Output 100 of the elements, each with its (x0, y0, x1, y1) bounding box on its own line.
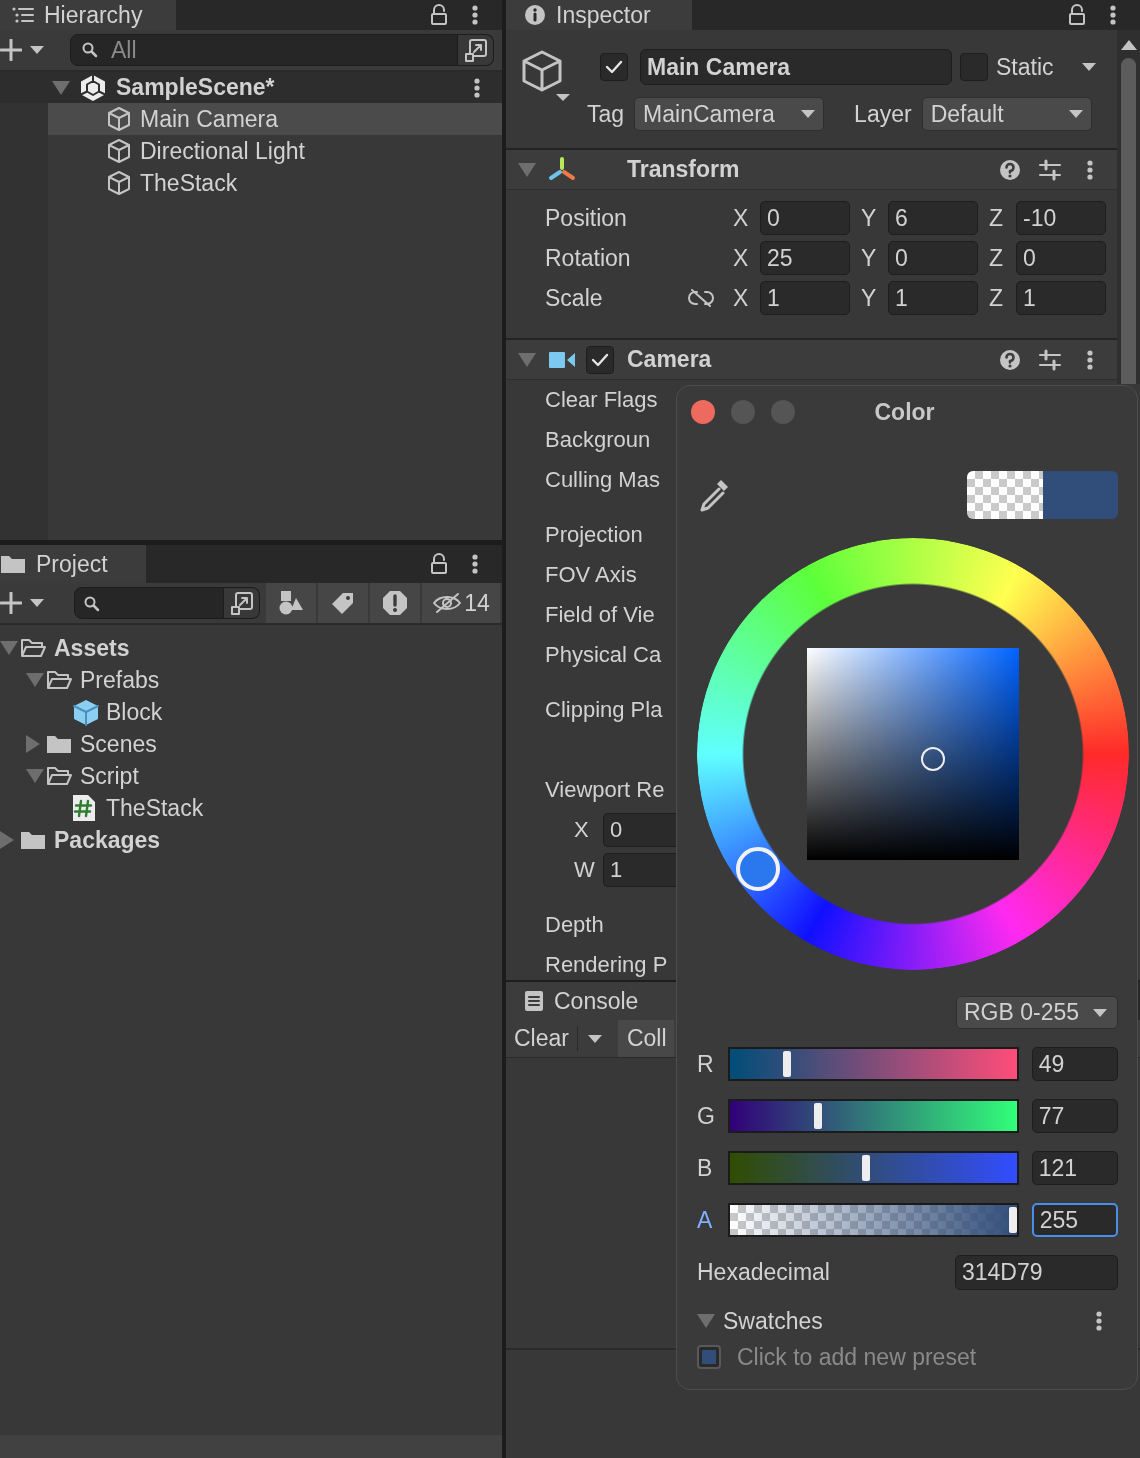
property-label: Field of Vie (545, 602, 655, 628)
more-icon[interactable] (472, 553, 478, 575)
type-filter-button[interactable] (266, 583, 316, 623)
tree-item[interactable]: Directional Light (48, 135, 502, 167)
preset-swatch[interactable] (697, 1345, 721, 1369)
property-label: Rotation (544, 244, 632, 272)
more-icon[interactable] (1110, 4, 1116, 26)
slider-track[interactable] (727, 1099, 1019, 1133)
label-filter-button[interactable] (318, 583, 368, 623)
number-field[interactable]: 77 (1031, 1099, 1118, 1133)
property-label: Backgroun (545, 427, 651, 453)
tree-item[interactable]: Prefabs (0, 664, 502, 696)
channel-label: B (697, 1154, 714, 1182)
slider-handle[interactable] (783, 1051, 792, 1077)
more-icon[interactable] (472, 4, 478, 26)
game-object-icon (520, 50, 570, 102)
search-icon (82, 42, 98, 58)
number-field[interactable]: 0 (1016, 241, 1106, 275)
mode-dropdown[interactable]: RGB 0-255 (956, 996, 1118, 1029)
panel-tab[interactable]: Hierarchy (0, 0, 176, 30)
number-field[interactable]: 0 (888, 241, 978, 275)
tree-item[interactable]: TheStack (48, 167, 502, 199)
plus-icon[interactable] (0, 592, 22, 614)
checkbox[interactable] (586, 345, 614, 374)
more-icon[interactable] (1096, 1310, 1102, 1332)
preset-icon[interactable] (1039, 348, 1061, 371)
slider-handle[interactable] (1008, 1207, 1017, 1233)
caret-icon (1082, 63, 1096, 71)
tag-dropdown[interactable]: MainCamera (634, 97, 825, 131)
scrollbar[interactable] (1117, 30, 1140, 384)
section-title: Swatches (723, 1307, 823, 1335)
tree-item[interactable]: Assets (0, 632, 502, 664)
saturation-value-handle[interactable] (921, 747, 946, 772)
number-field[interactable]: 6 (888, 201, 978, 235)
number-field[interactable]: -10 (1016, 201, 1106, 235)
component-header[interactable]: Transform (506, 150, 1117, 190)
scene-header[interactable]: SampleScene* (0, 72, 502, 103)
search-field[interactable]: All (70, 34, 458, 66)
number-field[interactable]: 25 (760, 241, 850, 275)
slider-track[interactable] (727, 1203, 1019, 1237)
number-field[interactable]: 121 (1031, 1151, 1118, 1185)
lock-icon[interactable] (430, 553, 448, 575)
caret-icon[interactable] (30, 599, 44, 607)
unlink-icon[interactable] (688, 288, 714, 308)
tree-item[interactable]: Block (0, 696, 502, 728)
cube-icon (106, 170, 132, 196)
number-field[interactable]: 0 (603, 813, 676, 847)
scroll-up-icon[interactable] (1120, 40, 1137, 50)
help-icon[interactable] (999, 158, 1021, 181)
maximize-button[interactable] (224, 587, 260, 619)
layer-dropdown[interactable]: Default (921, 97, 1092, 131)
checkbox[interactable] (600, 53, 628, 81)
hex-field[interactable]: 314D79 (955, 1255, 1118, 1290)
clear-button[interactable]: Clear (506, 1020, 577, 1057)
lock-icon[interactable] (1068, 4, 1086, 26)
tree-item[interactable]: Packages (0, 824, 502, 856)
property-label: Viewport Re (545, 777, 665, 803)
tree-item[interactable]: Main Camera (48, 103, 502, 135)
number-field[interactable]: 49 (1031, 1047, 1118, 1081)
preset-icon[interactable] (1039, 158, 1061, 181)
slider-track[interactable] (727, 1047, 1019, 1081)
panel-tab[interactable]: Console (506, 982, 676, 1020)
scrollbar-thumb[interactable] (1121, 58, 1136, 384)
close-button[interactable] (691, 400, 715, 424)
number-field[interactable]: 1 (760, 281, 850, 315)
caret-icon[interactable] (30, 46, 44, 54)
folder-icon (46, 733, 72, 755)
number-field[interactable]: 1 (603, 853, 676, 887)
open-folder-icon (46, 669, 72, 691)
lock-icon[interactable] (430, 4, 448, 26)
checkbox[interactable] (960, 53, 988, 81)
slider-track[interactable] (727, 1151, 1019, 1185)
window-title: Color (874, 398, 935, 426)
tree-item[interactable]: Script (0, 760, 502, 792)
disclosure-arrow[interactable] (52, 80, 70, 95)
tree-item[interactable]: Scenes (0, 728, 502, 760)
toolbar-button[interactable]: Coll (617, 1020, 674, 1057)
hidden-packages-button[interactable]: 14 (422, 583, 500, 623)
number-field[interactable]: 1 (888, 281, 978, 315)
search-field[interactable] (74, 587, 224, 619)
tree-item[interactable]: TheStack (0, 792, 502, 824)
more-icon[interactable] (474, 76, 480, 99)
panel-tab[interactable]: Inspector (506, 0, 692, 30)
channel-label: A (697, 1206, 714, 1234)
name-field[interactable]: Main Camera (640, 49, 952, 85)
component-header[interactable]: Camera (506, 340, 1117, 380)
caret-icon (587, 1034, 602, 1043)
help-icon[interactable] (999, 348, 1021, 371)
slider-handle[interactable] (813, 1103, 822, 1129)
saturation-value-square[interactable] (807, 648, 1019, 860)
maximize-button[interactable] (458, 34, 494, 66)
panel-tab[interactable]: Project (0, 545, 146, 583)
slider-handle[interactable] (862, 1155, 871, 1181)
plus-icon[interactable] (0, 39, 22, 61)
more-icon[interactable] (1087, 158, 1093, 181)
number-field[interactable]: 1 (1016, 281, 1106, 315)
number-field[interactable]: 255 (1031, 1203, 1118, 1237)
error-filter-button[interactable] (370, 583, 420, 623)
number-field[interactable]: 0 (760, 201, 850, 235)
more-icon[interactable] (1087, 348, 1093, 371)
